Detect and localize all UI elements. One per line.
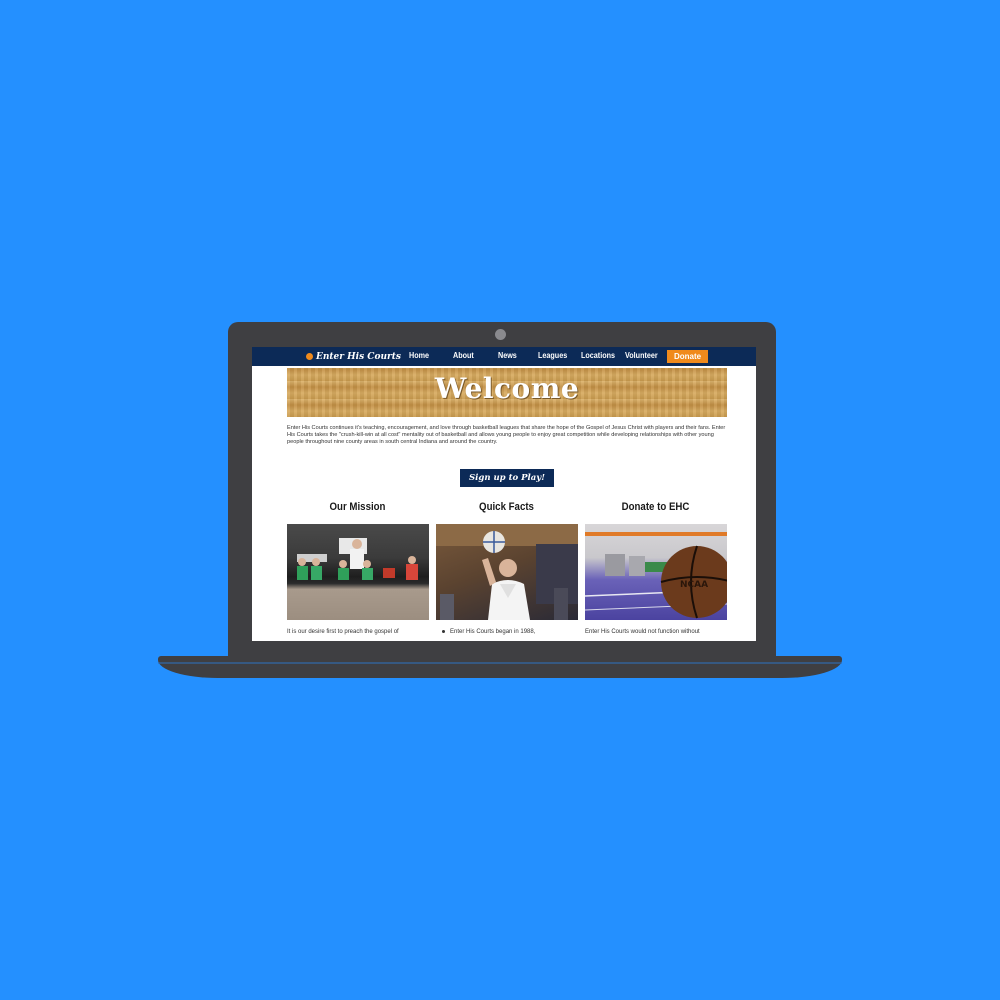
column-title-donate: Donate to EHC: [621, 501, 690, 513]
nav-item-home[interactable]: Home: [409, 351, 429, 360]
donate-photo[interactable]: NCAA: [585, 524, 727, 620]
nav-item-locations[interactable]: Locations: [581, 351, 615, 360]
donate-text: Enter His Courts would not function with…: [585, 629, 700, 635]
site-logo-text: Enter His Courts: [316, 351, 401, 362]
banner-title: Welcome: [434, 372, 580, 405]
mission-text: It is our desire first to preach the gos…: [287, 629, 399, 635]
mission-photo[interactable]: [287, 524, 429, 620]
bullet-icon: [442, 629, 445, 633]
site-logo[interactable]: Enter His Courts: [306, 350, 401, 363]
nav-item-about[interactable]: About: [453, 351, 474, 360]
column-title-facts: Quick Facts: [479, 501, 534, 513]
top-navigation: Enter His Courts Home About News Leagues…: [252, 347, 756, 366]
quick-facts-item: Enter His Courts began in 1988,: [450, 629, 536, 635]
nav-item-volunteer[interactable]: Volunteer: [625, 351, 658, 360]
nav-item-leagues[interactable]: Leagues: [538, 351, 567, 360]
quick-facts-text: Enter His Courts began in 1988,: [442, 629, 584, 635]
laptop-base: [158, 656, 842, 678]
browser-screen: Enter His Courts Home About News Leagues…: [252, 347, 756, 641]
laptop-lid: Enter His Courts Home About News Leagues…: [228, 322, 776, 658]
basketball-icon: [306, 353, 313, 360]
quick-facts-photo[interactable]: [436, 524, 578, 620]
laptop-base-hinge: [158, 662, 842, 664]
nav-item-news[interactable]: News: [498, 351, 517, 360]
welcome-banner: Welcome: [287, 368, 727, 417]
column-title-mission: Our Mission: [329, 501, 386, 513]
sign-up-button[interactable]: Sign up to Play!: [460, 469, 554, 487]
svg-text:NCAA: NCAA: [680, 580, 708, 590]
nav-donate-button[interactable]: Donate: [667, 350, 708, 363]
intro-paragraph: Enter His Courts continues it's teaching…: [287, 425, 726, 445]
camera-icon: [495, 329, 506, 340]
